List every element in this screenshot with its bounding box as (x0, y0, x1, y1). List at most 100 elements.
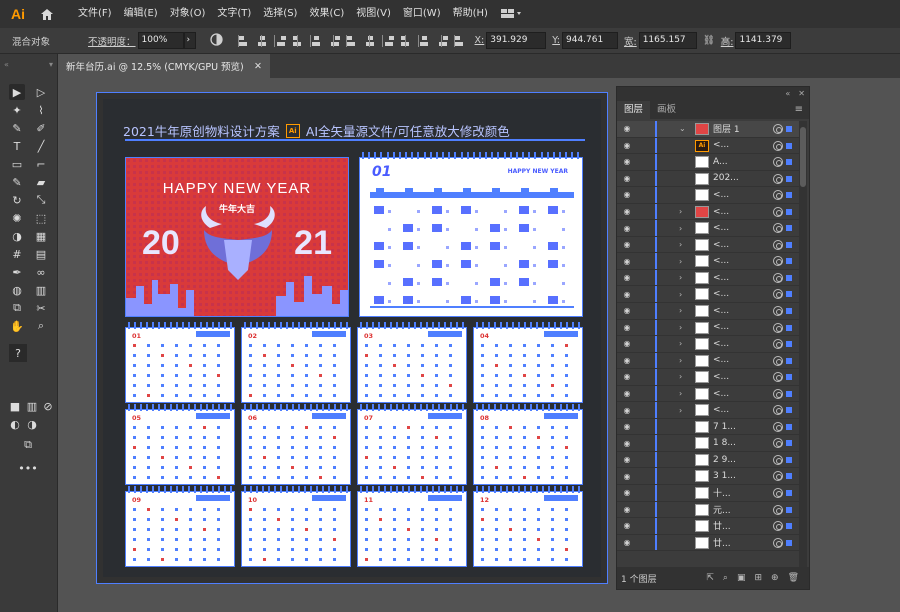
target-icon[interactable] (773, 372, 783, 383)
chevron-right-icon[interactable]: › (679, 356, 682, 365)
x-input[interactable]: 391.929 (486, 32, 547, 49)
align-vcenter-icon[interactable] (309, 34, 323, 48)
rectangle-tool-icon[interactable]: ▭ (9, 156, 25, 172)
panel-menu-icon[interactable]: ≡ (795, 104, 803, 115)
month-page[interactable]: 11 (357, 486, 467, 567)
fill-none-icon[interactable]: ■ (9, 400, 21, 413)
distribute-bottom-icon[interactable] (381, 34, 395, 48)
shaper-tool-icon[interactable]: ✎ (9, 174, 25, 190)
target-icon[interactable] (773, 438, 783, 449)
chevron-right-icon[interactable]: › (679, 240, 682, 249)
eye-icon[interactable]: ◉ (617, 240, 637, 249)
slice-tool-icon[interactable]: ✂ (33, 300, 49, 316)
distribute-left-icon[interactable] (399, 34, 413, 48)
align-bottom-icon[interactable] (327, 34, 341, 48)
layer-row[interactable]: ◉ › <... (617, 319, 799, 337)
canvas-selection[interactable]: 2021牛年原创物料设计方案 Ai AI全矢量源文件/可任意放大修改颜色 HAP… (96, 92, 608, 584)
menu-item-6[interactable]: 视图(V) (350, 0, 397, 28)
align-top-icon[interactable] (291, 34, 305, 48)
selection-indicator[interactable] (786, 357, 792, 364)
magic-wand-icon[interactable]: ✦ (9, 102, 25, 118)
eye-icon[interactable]: ◉ (617, 538, 637, 547)
eye-icon[interactable]: ◉ (617, 306, 637, 315)
target-icon[interactable] (773, 537, 783, 548)
layer-row[interactable]: ◉ › <... (617, 352, 799, 370)
chevron-right-icon[interactable]: › (679, 224, 682, 233)
column-graph-icon[interactable]: ▥ (33, 282, 49, 298)
perspective-grid-icon[interactable]: ▦ (33, 228, 49, 244)
target-icon[interactable] (773, 521, 783, 532)
month-page[interactable]: 08 (473, 404, 583, 485)
free-transform-icon[interactable]: ⬚ (33, 210, 49, 226)
target-icon[interactable] (773, 306, 783, 317)
layer-row[interactable]: ◉ 1 8... (617, 435, 799, 452)
target-icon[interactable] (773, 140, 783, 151)
menu-item-2[interactable]: 对象(O) (164, 0, 212, 28)
symbol-sprayer-icon[interactable]: ◍ (9, 282, 25, 298)
align-left-icon[interactable] (237, 34, 251, 48)
target-icon[interactable] (773, 256, 783, 267)
selection-indicator[interactable] (786, 490, 792, 497)
target-icon[interactable] (773, 239, 783, 250)
layer-row[interactable]: ◉ › <... (617, 402, 799, 419)
y-input[interactable]: 944.761 (562, 32, 618, 49)
target-icon[interactable] (773, 355, 783, 366)
eye-icon[interactable]: ◉ (617, 389, 637, 398)
chevron-right-icon[interactable]: › (679, 372, 682, 381)
month-page[interactable]: 10 (241, 486, 351, 567)
chevron-down-icon[interactable]: ⌄ (679, 124, 686, 133)
eye-icon[interactable]: ◉ (617, 521, 637, 530)
eye-icon[interactable]: ◉ (617, 472, 637, 481)
menu-item-4[interactable]: 选择(S) (257, 0, 303, 28)
month-page[interactable]: 02 (241, 322, 351, 403)
eye-icon[interactable]: ◉ (617, 422, 637, 431)
target-icon[interactable] (773, 190, 783, 201)
layer-row[interactable]: ◉ 202... (617, 170, 799, 188)
eye-icon[interactable]: ◉ (617, 141, 637, 150)
month-page[interactable]: 07 (357, 404, 467, 485)
menu-item-0[interactable]: 文件(F) (72, 0, 118, 28)
eye-icon[interactable]: ◉ (617, 488, 637, 497)
selection-indicator[interactable] (786, 225, 792, 232)
layer-row[interactable]: ◉ Ai <... (617, 137, 799, 155)
new-sublayer-icon[interactable]: ⊞ (754, 573, 762, 583)
fill-stroke-icon[interactable] (24, 358, 46, 380)
eye-icon[interactable]: ◉ (617, 257, 637, 266)
target-icon[interactable] (773, 405, 783, 416)
type-tool-icon[interactable]: T (9, 138, 25, 154)
layer-row[interactable]: ◉ 十... (617, 485, 799, 502)
layer-row[interactable]: ◉ › <... (617, 369, 799, 386)
layer-row[interactable]: ◉ › <... (617, 303, 799, 320)
pen-tool-icon[interactable]: ✎ (9, 120, 25, 136)
distribute-hcenter-icon[interactable] (417, 34, 431, 48)
eye-icon[interactable]: ◉ (617, 174, 637, 183)
eyedropper-icon[interactable]: ✒ (9, 264, 25, 280)
target-icon[interactable] (773, 124, 783, 134)
menu-item-1[interactable]: 编辑(E) (118, 0, 164, 28)
layer-row[interactable]: ◉ 7 1... (617, 418, 799, 436)
eye-icon[interactable]: ◉ (617, 339, 637, 348)
selection-indicator[interactable] (786, 341, 792, 348)
draw-behind-icon[interactable]: ◑ (26, 418, 38, 431)
selection-indicator[interactable] (786, 192, 792, 199)
month-page[interactable]: 06 (241, 404, 351, 485)
calendar-main-page[interactable]: 01 HAPPY NEW YEAR (359, 152, 583, 317)
opacity-label[interactable]: 不透明度： (88, 34, 136, 48)
align-to-icon[interactable] (453, 34, 467, 48)
month-page[interactable]: 09 (125, 486, 235, 567)
zoom-tool-icon[interactable]: ⌕ (33, 318, 49, 334)
artboard-tool-icon[interactable]: ⧉ (9, 300, 25, 316)
distribute-right-icon[interactable] (435, 34, 449, 48)
eye-icon[interactable]: ◉ (617, 372, 637, 381)
month-page[interactable]: 01 (125, 322, 235, 403)
layer-row[interactable]: ◉ › <... (617, 269, 799, 287)
target-icon[interactable] (773, 272, 783, 283)
document-tab[interactable]: 新年台历.ai @ 12.5% (CMYK/GPU 预览) ✕ (58, 54, 270, 78)
link-constrain-icon[interactable]: ⛓ (703, 35, 715, 46)
target-icon[interactable] (773, 339, 783, 350)
chevron-right-icon[interactable]: › (679, 257, 682, 266)
selection-indicator[interactable] (786, 506, 792, 513)
warp-tool-icon[interactable]: ✺ (9, 210, 25, 226)
height-input[interactable]: 1141.379 (735, 32, 792, 49)
month-page[interactable]: 12 (473, 486, 583, 567)
